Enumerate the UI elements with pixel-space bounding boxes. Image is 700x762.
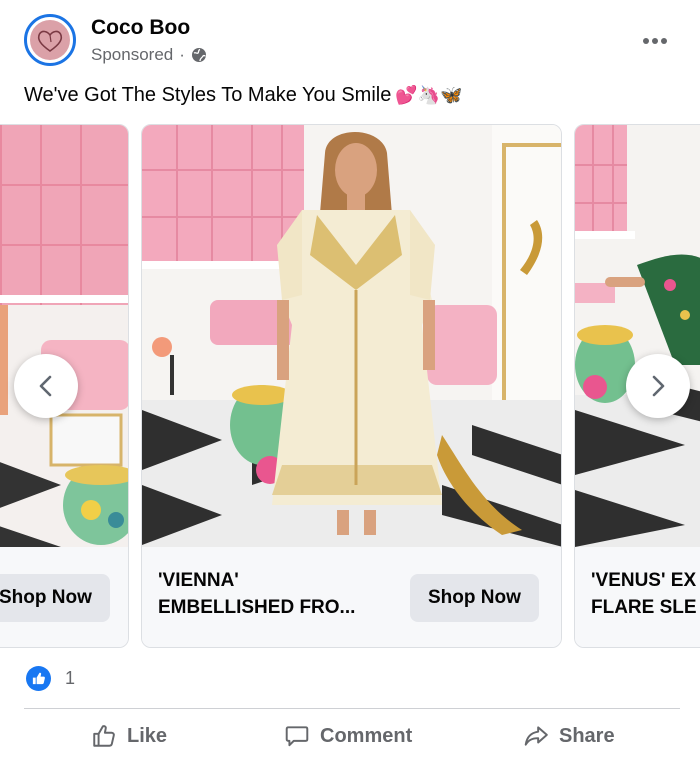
share-label: Share bbox=[559, 724, 615, 747]
sponsored-label[interactable]: Sponsored bbox=[91, 45, 173, 65]
like-button[interactable]: Like bbox=[91, 712, 167, 760]
product-image[interactable] bbox=[0, 125, 128, 547]
sponsored-row: Sponsored · bbox=[91, 45, 207, 65]
carousel-next-button[interactable] bbox=[626, 354, 690, 418]
product-carousel: Shop Now 'VIENNA' EMBELLISHED FRO... Sho… bbox=[0, 124, 700, 650]
share-button[interactable]: Share bbox=[523, 712, 615, 760]
product-image[interactable] bbox=[142, 125, 561, 547]
page-avatar[interactable] bbox=[24, 14, 76, 66]
product-title[interactable]: 'VENUS' EX FLARE SLE bbox=[591, 567, 697, 621]
comment-label: Comment bbox=[320, 724, 413, 747]
card-footer: 'VENUS' EX FLARE SLE bbox=[575, 547, 700, 647]
card-footer: 'VIENNA' EMBELLISHED FRO... Shop Now bbox=[142, 547, 561, 647]
comment-button[interactable]: Comment bbox=[284, 712, 412, 760]
carousel-prev-button[interactable] bbox=[14, 354, 78, 418]
reactions-summary[interactable]: 1 bbox=[26, 666, 75, 691]
post-actions: Like Comment Share bbox=[0, 712, 700, 762]
more-dots-icon bbox=[643, 38, 667, 44]
shop-now-button[interactable]: Shop Now bbox=[0, 574, 110, 622]
carousel-card-vienna[interactable]: 'VIENNA' EMBELLISHED FRO... Shop Now bbox=[141, 124, 562, 648]
reaction-count[interactable]: 1 bbox=[65, 668, 75, 689]
product-title-line2: EMBELLISHED FRO... bbox=[158, 597, 356, 618]
chevron-left-icon bbox=[39, 375, 52, 397]
shop-now-button[interactable]: Shop Now bbox=[410, 574, 539, 622]
post-text-body: We've Got The Styles To Make You Smile bbox=[24, 84, 392, 106]
page-name[interactable]: Coco Boo bbox=[91, 16, 190, 40]
like-label: Like bbox=[127, 724, 168, 747]
thumbs-up-outline-icon bbox=[93, 725, 115, 747]
post-text: We've Got The Styles To Make You Smile 💕… bbox=[24, 84, 463, 107]
product-title[interactable]: 'VIENNA' EMBELLISHED FRO... bbox=[158, 567, 355, 621]
share-icon bbox=[524, 726, 548, 746]
post-header: Coco Boo Sponsored · bbox=[0, 0, 700, 80]
more-options-button[interactable] bbox=[640, 26, 670, 56]
heart-logo-icon bbox=[30, 20, 70, 60]
post-emojis: 💕🦄🦋 bbox=[395, 85, 463, 106]
divider bbox=[24, 708, 680, 709]
separator: · bbox=[179, 45, 185, 64]
product-title-line2: FLARE SLE bbox=[591, 597, 697, 618]
product-title-line1: 'VENUS' EX bbox=[591, 570, 697, 591]
thumbs-up-icon bbox=[26, 666, 51, 691]
chevron-right-icon bbox=[652, 375, 665, 397]
comment-icon bbox=[285, 726, 309, 747]
globe-icon bbox=[191, 48, 206, 62]
card-footer: Shop Now bbox=[0, 547, 128, 647]
product-image[interactable] bbox=[575, 125, 700, 547]
product-title-line1: 'VIENNA' bbox=[158, 570, 239, 591]
